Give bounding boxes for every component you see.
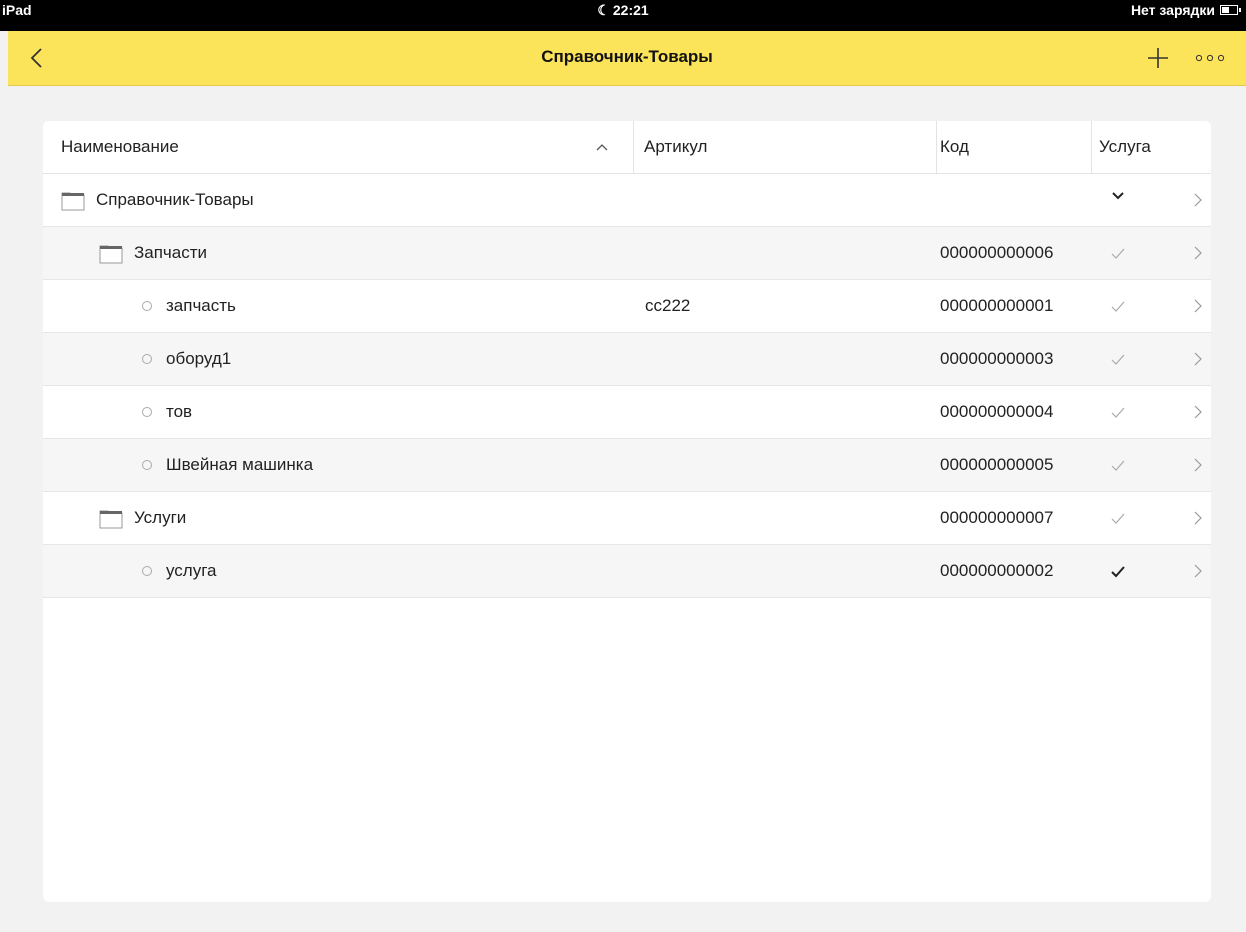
check-icon xyxy=(1111,566,1125,578)
folder-icon xyxy=(99,245,123,264)
sort-ascending-icon[interactable] xyxy=(594,139,610,155)
item-row[interactable]: услуга 000000000002 xyxy=(43,545,1211,598)
cell-name: Справочник-Товары xyxy=(96,190,254,209)
folder-row[interactable]: Услуги 000000000007 xyxy=(43,492,1211,545)
chevron-right-icon[interactable] xyxy=(1192,562,1204,580)
chevron-right-icon[interactable] xyxy=(1192,350,1204,368)
cell-name: тов xyxy=(166,402,193,421)
item-row[interactable]: оборуд1 000000000003 xyxy=(43,333,1211,386)
column-divider xyxy=(633,121,634,173)
cell-name: Швейная машинка xyxy=(166,455,314,474)
check-muted-icon xyxy=(1111,301,1125,312)
folder-row[interactable]: Запчасти 000000000006 xyxy=(43,227,1211,280)
check-muted-icon xyxy=(1111,248,1125,259)
item-row[interactable]: тов 000000000004 xyxy=(43,386,1211,439)
item-row[interactable]: запчасть cc222 000000000001 xyxy=(43,280,1211,333)
cell-code: 000000000002 xyxy=(940,561,1054,580)
cell-code: 000000000004 xyxy=(940,402,1054,421)
battery-icon xyxy=(1220,5,1241,15)
column-header-article[interactable]: Артикул xyxy=(644,121,707,173)
chevron-right-icon[interactable] xyxy=(1192,509,1204,527)
item-circle-icon xyxy=(142,354,152,364)
cell-name: услуга xyxy=(166,561,217,580)
cell-code: 000000000001 xyxy=(940,296,1054,315)
status-time: 22:21 xyxy=(612,2,649,18)
column-divider xyxy=(936,121,937,173)
page-title: Справочник-Товары xyxy=(541,47,713,66)
chevron-right-icon[interactable] xyxy=(1192,456,1204,474)
column-header-code[interactable]: Код xyxy=(940,121,969,173)
cell-name: запчасть xyxy=(166,296,236,315)
chevron-right-icon[interactable] xyxy=(1192,297,1204,315)
chevron-right-icon[interactable] xyxy=(1192,191,1204,209)
cell-name: оборуд1 xyxy=(166,349,232,368)
folder-row[interactable]: Справочник-Товары xyxy=(43,174,1211,227)
cell-name: Услуги xyxy=(134,508,187,527)
cell-code: 000000000007 xyxy=(940,508,1054,527)
status-time-wrap: ☾ 22:21 xyxy=(0,2,1246,19)
check-muted-icon xyxy=(1111,513,1125,524)
cell-article: cc222 xyxy=(645,296,691,315)
item-circle-icon xyxy=(142,407,152,417)
chevron-down-icon[interactable] xyxy=(1109,187,1127,205)
item-circle-icon xyxy=(142,460,152,470)
item-circle-icon xyxy=(142,301,152,311)
cell-code: 000000000005 xyxy=(940,455,1054,474)
navigation-bar: Справочник-Товары xyxy=(8,31,1246,86)
cell-name: Запчасти xyxy=(134,243,208,262)
folder-icon xyxy=(61,192,85,211)
chevron-right-icon[interactable] xyxy=(1192,403,1204,421)
plus-icon[interactable] xyxy=(1145,45,1171,71)
check-muted-icon xyxy=(1111,460,1125,471)
items-table: Наименование Артикул Код Услуга Справочн… xyxy=(43,121,1211,902)
moon-icon: ☾ xyxy=(597,2,610,18)
battery-text: Нет зарядки xyxy=(1130,2,1215,18)
item-row[interactable]: Швейная машинка 000000000005 xyxy=(43,439,1211,492)
chevron-right-icon[interactable] xyxy=(1192,244,1204,262)
check-muted-icon xyxy=(1111,354,1125,365)
battery-status: Нет зарядки xyxy=(1130,2,1241,18)
more-icon[interactable] xyxy=(1194,50,1228,66)
item-circle-icon xyxy=(142,566,152,576)
column-header-service[interactable]: Услуга xyxy=(1099,121,1151,173)
check-muted-icon xyxy=(1111,407,1125,418)
cell-code: 000000000006 xyxy=(940,243,1054,262)
column-header-name[interactable]: Наименование xyxy=(61,121,179,173)
folder-icon xyxy=(99,510,123,529)
cell-code: 000000000003 xyxy=(940,349,1054,368)
status-bar: iPad ☾ 22:21 Нет зарядки xyxy=(0,0,1246,31)
table-header: Наименование Артикул Код Услуга xyxy=(43,121,1211,174)
column-divider xyxy=(1091,121,1092,173)
